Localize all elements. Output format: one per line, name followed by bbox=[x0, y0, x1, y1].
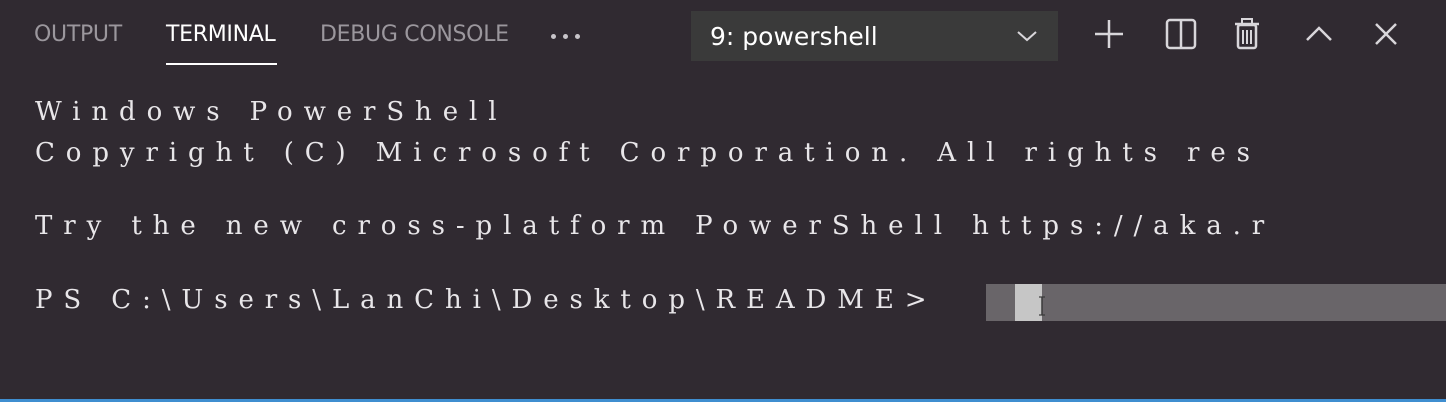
plus-icon[interactable] bbox=[1092, 17, 1126, 51]
terminal-line: Windows PowerShell bbox=[35, 97, 508, 127]
terminal-line: Try the new cross-platform PowerShell ht… bbox=[35, 211, 1276, 241]
tab-output[interactable]: OUTPUT bbox=[34, 22, 122, 47]
terminal-select-value: 9: powershell bbox=[710, 22, 878, 51]
terminal-prompt: PS C:\Users\LanChi\Desktop\README> bbox=[35, 285, 938, 315]
terminal-panel: OUTPUT TERMINAL DEBUG CONSOLE 9: powersh… bbox=[0, 0, 1446, 402]
chevron-up-icon[interactable] bbox=[1302, 17, 1336, 51]
panel-tab-bar: OUTPUT TERMINAL DEBUG CONSOLE 9: powersh… bbox=[0, 0, 1446, 74]
terminal-cursor bbox=[1015, 284, 1042, 321]
chevron-down-icon bbox=[1017, 31, 1037, 42]
tab-debug-console[interactable]: DEBUG CONSOLE bbox=[320, 22, 509, 47]
input-selection-highlight bbox=[986, 284, 1446, 321]
terminal-select[interactable]: 9: powershell bbox=[691, 11, 1058, 61]
ellipsis-icon[interactable] bbox=[551, 34, 581, 40]
terminal-line: Copyright (C) Microsoft Corporation. All… bbox=[35, 138, 1261, 168]
split-pane-icon[interactable] bbox=[1164, 17, 1198, 51]
trash-icon[interactable] bbox=[1230, 17, 1264, 51]
tab-terminal[interactable]: TERMINAL bbox=[166, 22, 276, 47]
ibeam-pointer-icon bbox=[1039, 296, 1045, 316]
close-icon[interactable] bbox=[1369, 17, 1403, 51]
active-tab-indicator bbox=[166, 63, 277, 65]
